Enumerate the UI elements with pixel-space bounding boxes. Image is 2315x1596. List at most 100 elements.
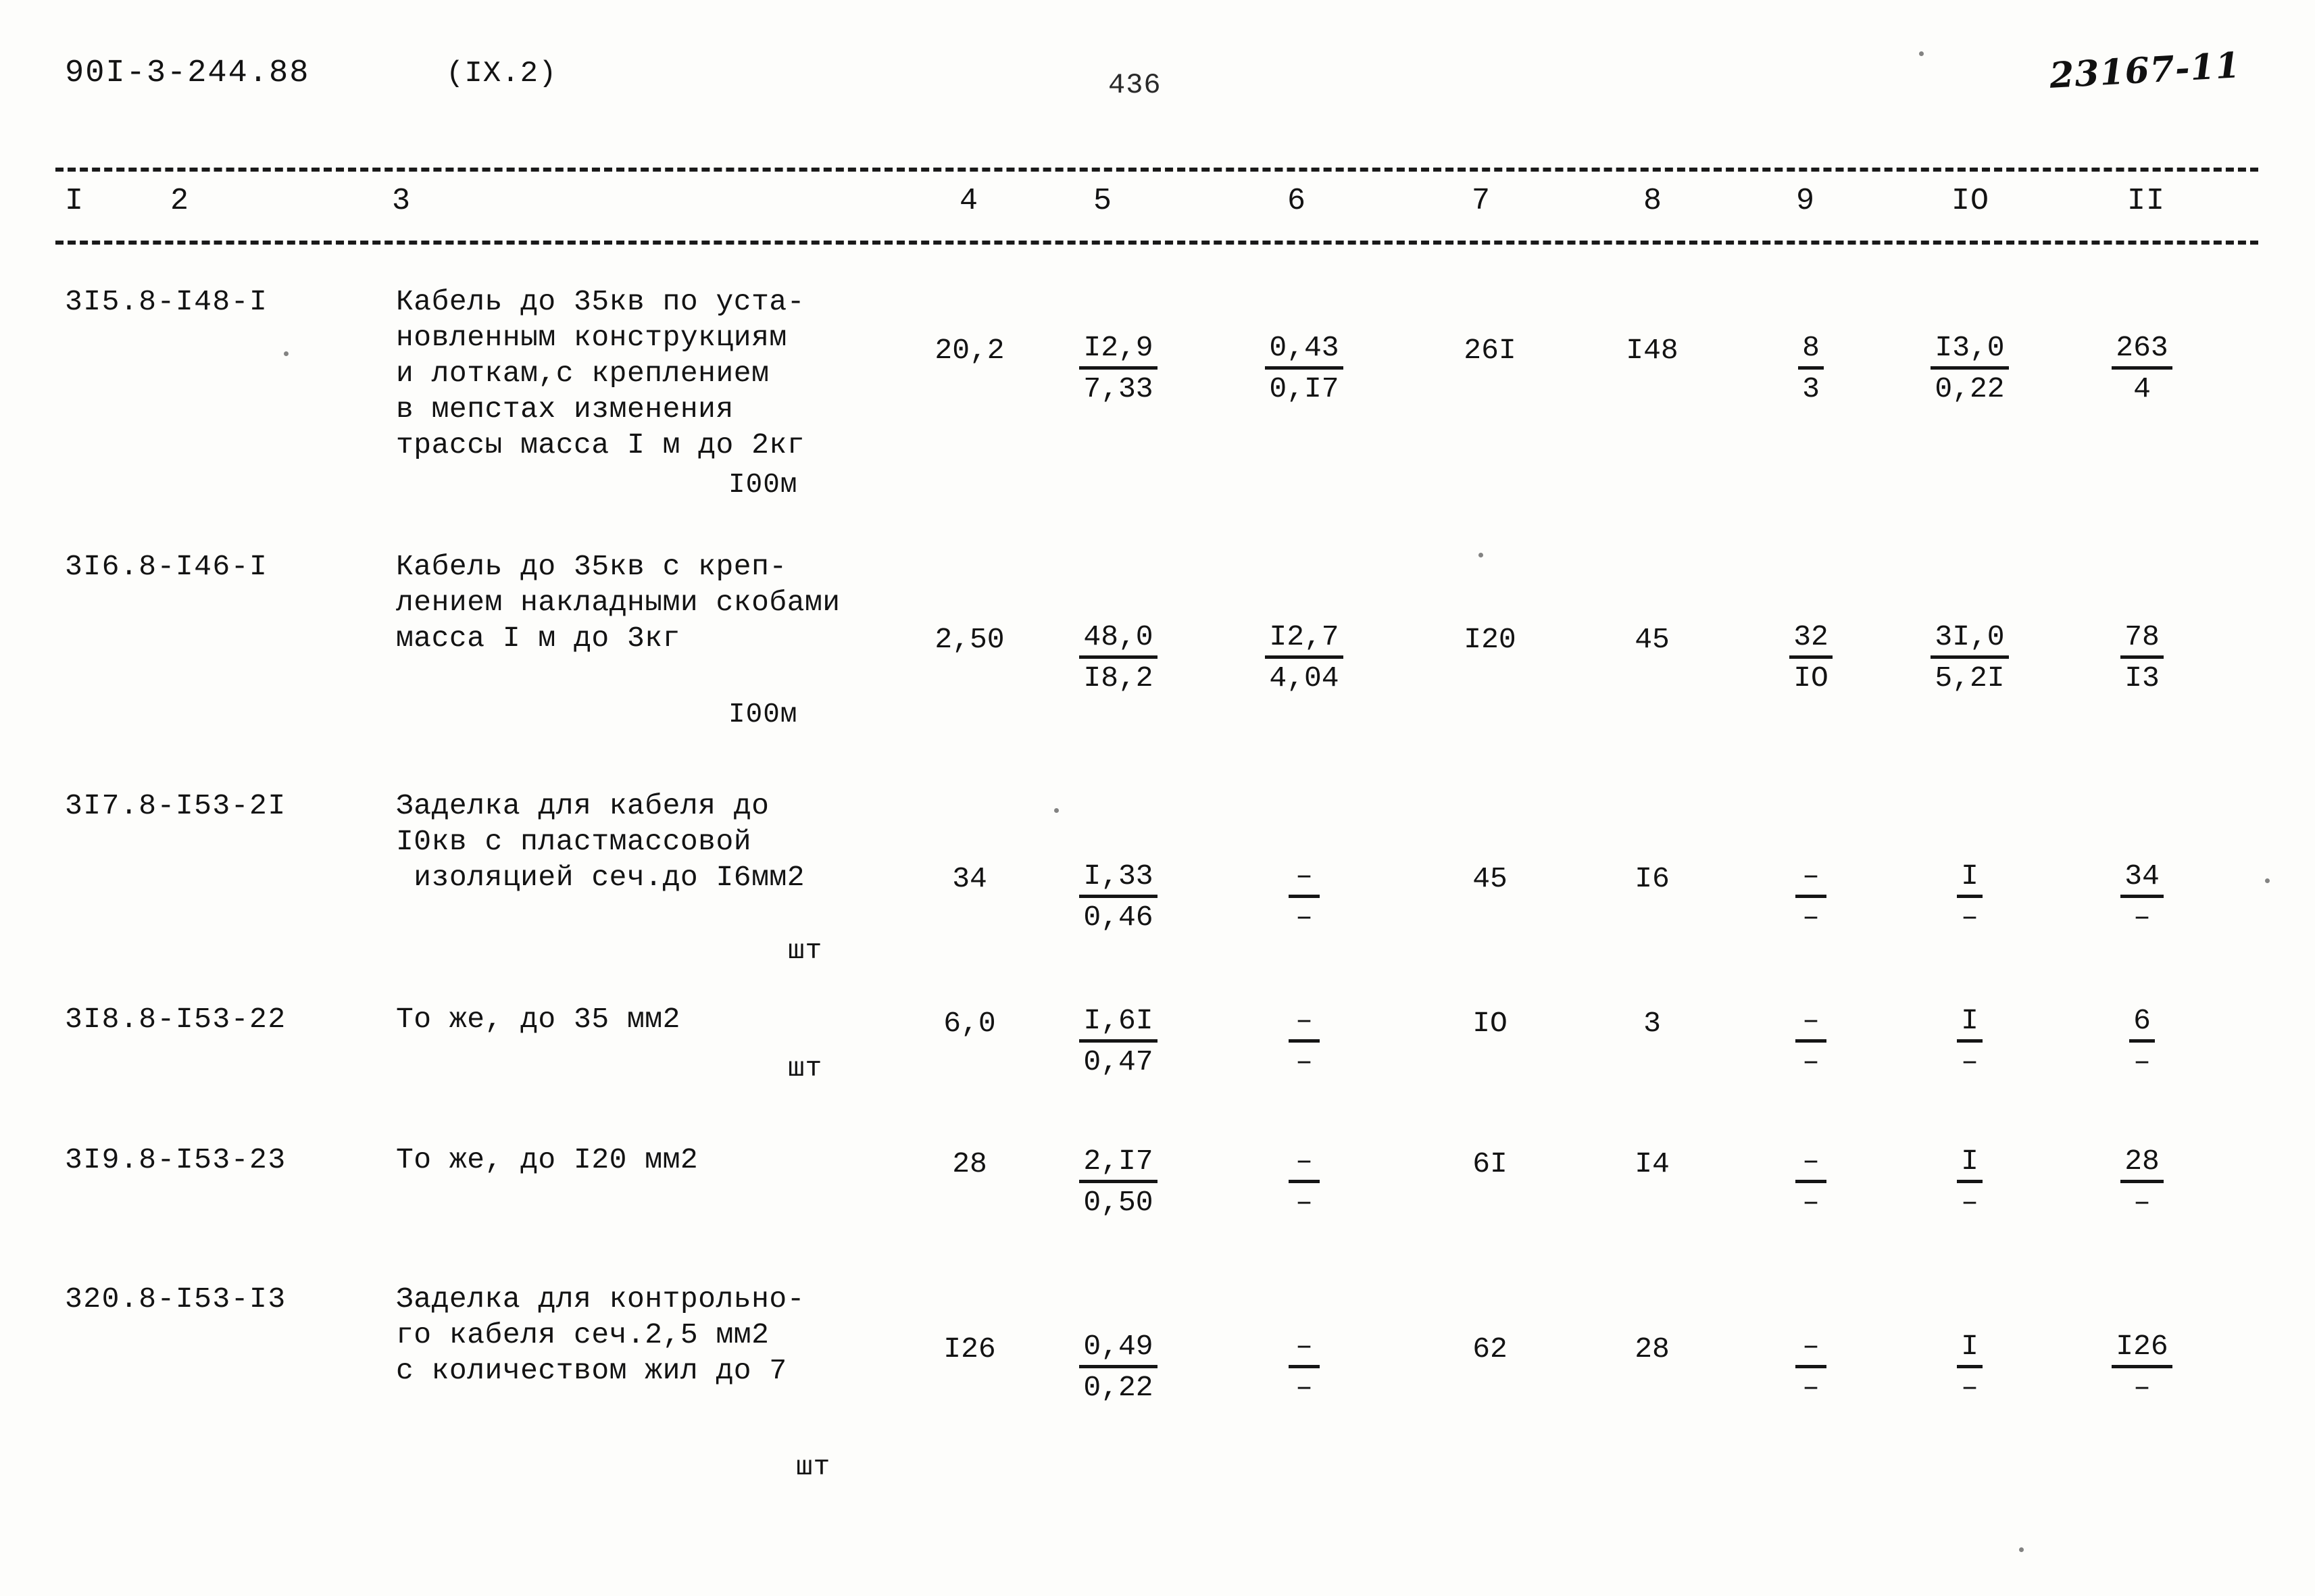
row-col6-bottom: – [1295,1371,1313,1404]
row-col11: I26 – [2081,1330,2203,1405]
row-col11-bottom: – [2133,1371,2151,1404]
row-col9-bottom: 3 [1802,372,1820,405]
row-col11: 263 4 [2081,331,2203,406]
row-col10-bottom: 5,2I [1935,662,2005,695]
row-col11-bottom: – [2133,1045,2151,1078]
row-col11-top: I26 [2112,1330,2172,1368]
row-col11-bottom: I3 [2124,662,2160,695]
row-col10-bottom: – [1961,1371,1978,1404]
row-col5-top: I,6I [1079,1004,1158,1043]
row-col11: 34 – [2081,859,2203,934]
row-col5: I,6I 0,47 [1054,1004,1183,1079]
column-header-4: 4 [960,184,979,218]
row-col10-top: I [1957,1004,1983,1043]
row-col6-bottom: 0,I7 [1269,372,1339,405]
row-col10-bottom: – [1961,901,1978,934]
row-col10-bottom: – [1961,1045,1978,1078]
scan-speck [284,351,289,356]
row-col10-bottom: 0,22 [1935,372,2005,405]
row-col5-bottom: 0,46 [1083,901,1153,934]
row-col6-top: – [1289,1004,1320,1043]
row-col4: 28 [952,1147,987,1180]
row-code: 3I7.8-I53-2I [65,789,287,822]
row-description: То же, до I20 мм2 [396,1143,699,1176]
row-col11-top: 34 [2120,859,2164,898]
row-col10: I – [1906,1330,2034,1405]
row-col11-bottom: 4 [2133,372,2151,405]
row-col11-bottom: – [2133,1186,2151,1219]
row-col6: – – [1240,1004,1368,1079]
row-col4: 20,2 [935,334,1005,367]
row-col8: I48 [1626,334,1678,367]
row-col11-top: 263 [2112,331,2172,370]
table-header-rule [55,241,2258,245]
row-col5-bottom: 0,47 [1083,1045,1153,1078]
row-col6-bottom: – [1295,901,1313,934]
row-col6-top: 0,43 [1265,331,1343,370]
row-col5-top: 2,I7 [1079,1145,1158,1183]
row-col5-top: I2,9 [1079,331,1158,370]
row-unit: I00м [728,470,798,501]
row-col9-top: 8 [1798,331,1824,370]
row-col6: – – [1240,1145,1368,1220]
row-col11-top: 78 [2120,620,2164,659]
row-col6-bottom: – [1295,1186,1313,1219]
document-section: (IX.2) [446,57,557,91]
row-col11: 78 I3 [2081,620,2203,695]
row-code: 3I8.8-I53-22 [65,1003,287,1036]
row-col9: 32 IO [1760,620,1862,695]
scan-speck [2265,878,2270,883]
row-col10: 3I,0 5,2I [1906,620,2034,695]
column-header-3: 3 [392,184,412,218]
row-col6: – – [1240,1330,1368,1405]
row-col11-bottom: – [2133,901,2151,934]
row-col4: 6,0 [943,1007,996,1040]
row-unit: шт [788,1053,823,1084]
row-code: 3I6.8-I46-I [65,550,268,583]
row-col5-bottom: 0,22 [1083,1371,1153,1404]
row-col9: – – [1760,1145,1862,1220]
row-col10: I – [1906,1145,2034,1220]
row-col8: 45 [1635,623,1670,656]
row-col8: 28 [1635,1332,1670,1366]
row-col5: 48,0 I8,2 [1054,620,1183,695]
row-code: 320.8-I53-I3 [65,1282,287,1316]
row-col5-bottom: I8,2 [1083,662,1153,695]
row-col10-top: I3,0 [1931,331,2009,370]
scan-speck [1478,553,1483,557]
row-col9-top: – [1795,859,1826,898]
row-code: 3I9.8-I53-23 [65,1143,287,1176]
row-col10-top: I [1957,1145,1983,1183]
row-description: Заделка для контрольно- го кабеля сеч.2,… [396,1282,805,1387]
row-col4: 2,50 [935,623,1005,656]
page-number: 436 [1108,69,1162,101]
row-col11: 28 – [2081,1145,2203,1220]
row-col6: – – [1240,859,1368,934]
row-col5-top: 0,49 [1079,1330,1158,1368]
row-col7: 6I [1472,1147,1508,1180]
row-description: То же, до 35 мм2 [396,1003,680,1036]
row-col9: – – [1760,1330,1862,1405]
row-col6-top: – [1289,1330,1320,1368]
document-code: 90I-3-244.88 [65,55,310,91]
row-col11-top: 28 [2120,1145,2164,1183]
row-unit: I00м [728,699,798,730]
row-col6: 0,43 0,I7 [1240,331,1368,406]
row-col9-bottom: – [1802,1371,1820,1404]
row-col10: I – [1906,1004,2034,1079]
row-col9-bottom: – [1802,1186,1820,1219]
row-col8: 3 [1643,1007,1661,1040]
row-col6-bottom: 4,04 [1269,662,1339,695]
row-col9: – – [1760,1004,1862,1079]
row-col5-top: I,33 [1079,859,1158,898]
row-unit: шт [796,1452,831,1483]
row-col9-top: 32 [1789,620,1833,659]
row-col9-top: – [1795,1330,1826,1368]
scan-speck [2019,1547,2024,1552]
column-header-2: 2 [170,184,190,218]
row-col10-top: 3I,0 [1931,620,2009,659]
row-col10: I – [1906,859,2034,934]
row-col10-top: I [1957,859,1983,898]
row-col4: I26 [943,1332,996,1366]
document-header: 90I-3-244.88 (IX.2) 436 23167-11 [0,45,2315,120]
